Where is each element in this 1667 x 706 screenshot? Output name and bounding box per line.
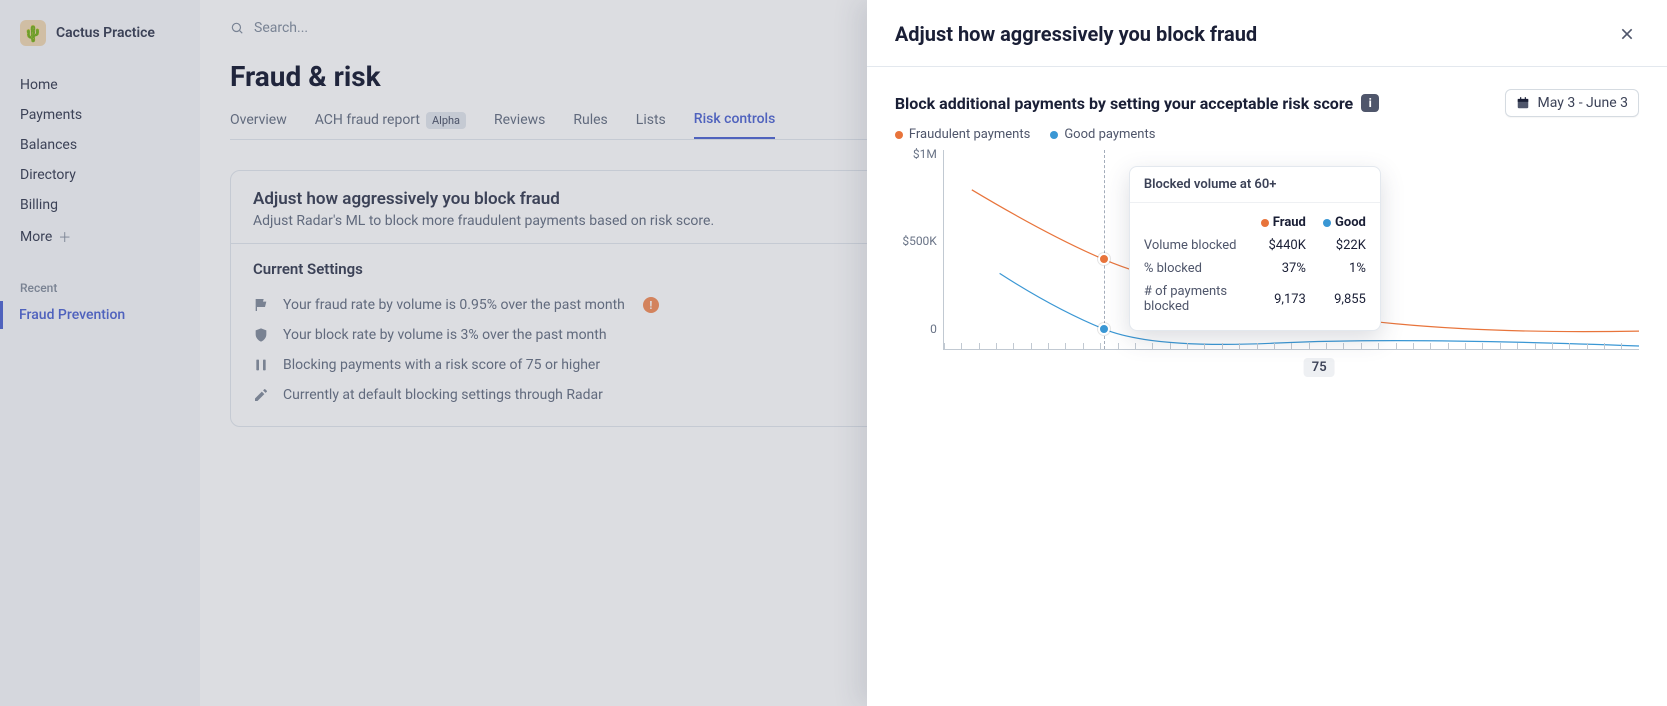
y-axis-labels: $1M $500K 0 — [895, 150, 941, 340]
tooltip-row: Volume blocked $440K $22K — [1144, 234, 1366, 257]
tooltip-title: Blocked volume at 60+ — [1130, 167, 1380, 203]
chart-tooltip: Blocked volume at 60+ Fraud Good Volume … — [1129, 166, 1381, 331]
setting-text: Your fraud rate by volume is 0.95% over … — [283, 297, 625, 313]
ylabel-top: $1M — [913, 147, 937, 161]
tab-risk-controls[interactable]: Risk controls — [694, 101, 776, 139]
tooltip-row-fraud: $440K — [1246, 238, 1306, 253]
adjust-panel: Adjust how aggressively you block fraud … — [867, 0, 1667, 706]
setting-text: Blocking payments with a risk score of 7… — [283, 357, 600, 373]
brand-logo: 🌵 — [20, 20, 46, 46]
setting-text: Your block rate by volume is 3% over the… — [283, 327, 607, 343]
date-range-label: May 3 - June 3 — [1538, 95, 1628, 111]
x-ticks — [944, 343, 1639, 350]
shield-icon — [253, 327, 271, 343]
panel-body: Block additional payments by setting you… — [867, 67, 1667, 706]
tooltip-row-fraud: 9,173 — [1246, 292, 1306, 307]
tab-ach-fraud-report[interactable]: ACH fraud report Alpha — [315, 102, 466, 139]
dot-icon — [895, 131, 903, 139]
nav-item-billing[interactable]: Billing — [0, 190, 200, 220]
flag-icon — [253, 297, 271, 313]
tooltip-row-good: 1% — [1312, 261, 1366, 276]
tooltip-row-label: % blocked — [1144, 261, 1240, 276]
nav-item-balances[interactable]: Balances — [0, 130, 200, 160]
alpha-badge: Alpha — [426, 112, 466, 129]
close-button[interactable] — [1615, 22, 1639, 46]
nav-item-home[interactable]: Home — [0, 70, 200, 100]
legend-fraud-label: Fraudulent payments — [909, 127, 1030, 142]
hover-point-good — [1098, 323, 1110, 335]
legend-good-label: Good payments — [1064, 127, 1155, 142]
tab-ach-label: ACH fraud report — [315, 112, 420, 128]
tab-rules[interactable]: Rules — [573, 102, 607, 138]
tooltip-col-fraud: Fraud — [1246, 215, 1306, 230]
plus-icon: ＋ — [58, 227, 71, 246]
ylabel-bot: 0 — [930, 322, 937, 336]
tooltip-row-good: 9,855 — [1312, 292, 1366, 307]
nav-more-label: More — [20, 229, 52, 245]
nav-item-more[interactable]: More ＋ — [0, 220, 200, 253]
primary-nav: Home Payments Balances Directory Billing… — [0, 64, 200, 259]
panel-subtitle: Block additional payments by setting you… — [895, 94, 1379, 113]
tab-overview[interactable]: Overview — [230, 102, 287, 138]
tab-lists[interactable]: Lists — [636, 102, 666, 138]
chart[interactable]: $1M $500K 0 — [895, 150, 1639, 350]
setting-text: Currently at default blocking settings t… — [283, 387, 603, 403]
tooltip-row-fraud: 37% — [1246, 261, 1306, 276]
panel-header: Adjust how aggressively you block fraud — [867, 0, 1667, 67]
calendar-icon — [1516, 96, 1530, 110]
hover-line — [1104, 150, 1105, 349]
sidebar: 🌵 Cactus Practice Home Payments Balances… — [0, 0, 200, 706]
recent-label: Recent — [0, 259, 200, 301]
tooltip-row: % blocked 37% 1% — [1144, 257, 1366, 280]
warning-icon: ! — [643, 297, 659, 313]
tab-reviews[interactable]: Reviews — [494, 102, 545, 138]
legend-good: Good payments — [1050, 127, 1155, 142]
tooltip-row-good: $22K — [1312, 238, 1366, 253]
tooltip-table: Fraud Good Volume blocked $440K $22K % b… — [1130, 203, 1380, 330]
slider-icon — [253, 357, 271, 373]
pencil-icon — [253, 387, 271, 403]
threshold-marker[interactable]: 75 — [1304, 358, 1335, 377]
recent-item-fraud-prevention[interactable]: Fraud Prevention — [0, 301, 200, 329]
nav-item-directory[interactable]: Directory — [0, 160, 200, 190]
tooltip-row: # of payments blocked 9,173 9,855 — [1144, 280, 1366, 318]
brand-name: Cactus Practice — [56, 25, 155, 41]
ylabel-mid: $500K — [902, 234, 937, 248]
hover-point-fraud — [1098, 253, 1110, 265]
nav-item-payments[interactable]: Payments — [0, 100, 200, 130]
dot-icon — [1050, 131, 1058, 139]
info-icon[interactable]: i — [1361, 94, 1379, 112]
panel-subtitle-text: Block additional payments by setting you… — [895, 94, 1353, 113]
search-icon — [230, 21, 244, 35]
legend-fraud: Fraudulent payments — [895, 127, 1030, 142]
tooltip-col-good: Good — [1312, 215, 1366, 230]
search-input[interactable]: Search... — [230, 20, 308, 36]
search-placeholder: Search... — [254, 20, 308, 36]
date-range-button[interactable]: May 3 - June 3 — [1505, 89, 1639, 117]
brand[interactable]: 🌵 Cactus Practice — [0, 16, 200, 64]
legend: Fraudulent payments Good payments — [895, 127, 1639, 142]
close-icon — [1619, 26, 1635, 42]
tooltip-row-label: # of payments blocked — [1144, 284, 1240, 314]
tooltip-row-label: Volume blocked — [1144, 238, 1240, 253]
panel-title: Adjust how aggressively you block fraud — [895, 22, 1257, 46]
